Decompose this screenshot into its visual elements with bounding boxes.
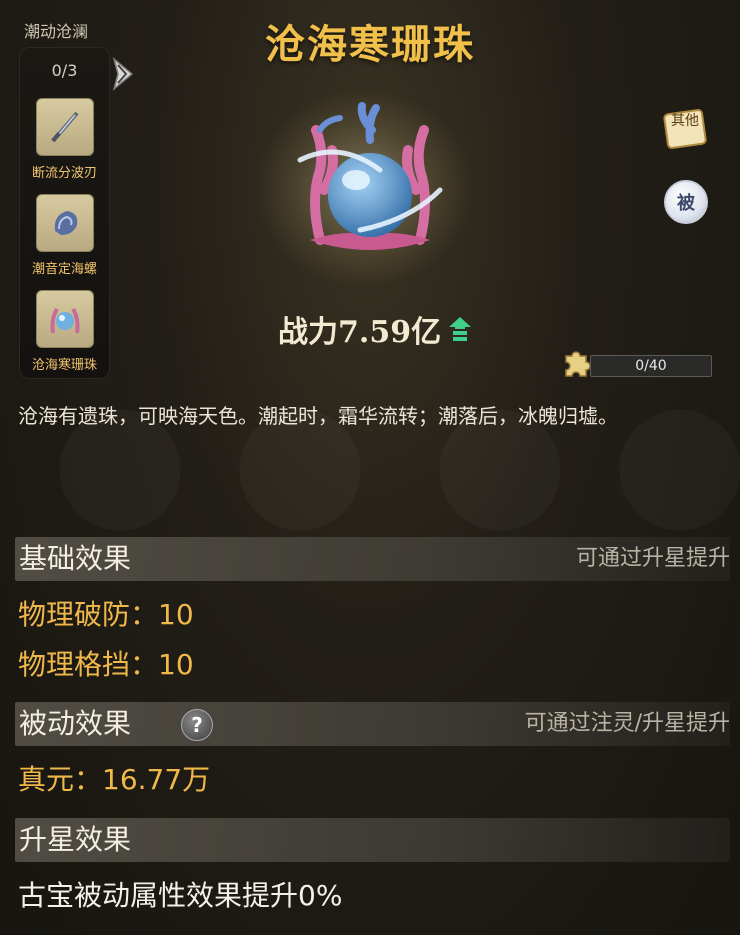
combat-power: 战力7.59亿 xyxy=(278,307,473,351)
section-hint: 可通过升星提升 xyxy=(575,546,730,571)
section-title: 被动效果 xyxy=(19,707,132,740)
set-item-label: 沧海寒珊珠 xyxy=(31,358,97,373)
passive-effects-header: 被动效果 ? 可通过注灵/升星提升 xyxy=(15,702,730,746)
stat-true-essence: 真元：16.77万 xyxy=(18,763,211,796)
help-icon[interactable]: ? xyxy=(181,709,213,741)
other-button-label: 其他 xyxy=(671,113,699,129)
section-title: 基础效果 xyxy=(19,542,132,575)
item-title: 沧海寒珊珠 xyxy=(265,21,475,68)
fragment-progress-text: 0/40 xyxy=(635,358,667,374)
set-item-label: 潮音定海螺 xyxy=(31,262,97,277)
star-effects-header: 升星效果 xyxy=(15,818,730,862)
fragment-progress-bar: 0/40 xyxy=(590,355,712,377)
puzzle-piece-icon xyxy=(565,351,591,377)
set-item-label: 断流分波刃 xyxy=(31,166,97,181)
power-up-icon xyxy=(449,317,472,341)
section-hint: 可通过注灵/升星提升 xyxy=(524,711,730,736)
stat-block: 物理格挡：10 xyxy=(18,648,194,681)
other-button[interactable]: 其他 xyxy=(660,106,710,152)
combat-power-value: 战力7.59亿 xyxy=(278,315,442,350)
stat-star-bonus: 古宝被动属性效果提升0% xyxy=(18,879,343,912)
set-item-coral-pearl[interactable]: 沧海寒珊珠 xyxy=(20,290,109,373)
set-panel: 0/3 断流分波刃 潮音定海螺 沧海寒珊珠 xyxy=(19,47,110,379)
basic-effects-header: 基础效果 可通过升星提升 xyxy=(15,537,730,581)
blade-icon xyxy=(35,98,94,156)
set-item-conch[interactable]: 潮音定海螺 xyxy=(20,194,109,277)
coral-pearl-art xyxy=(297,102,443,250)
stat-armor-break: 物理破防：10 xyxy=(18,598,194,631)
passive-button[interactable]: 被 xyxy=(664,180,708,224)
set-item-blade[interactable]: 断流分波刃 xyxy=(20,98,109,181)
section-title: 升星效果 xyxy=(19,823,132,856)
coral-pearl-icon xyxy=(35,290,94,348)
conch-icon xyxy=(35,194,94,252)
item-description: 沧海有遗珠，可映海天色。潮起时，霜华流转；潮落后，冰魄归墟。 xyxy=(18,404,618,428)
